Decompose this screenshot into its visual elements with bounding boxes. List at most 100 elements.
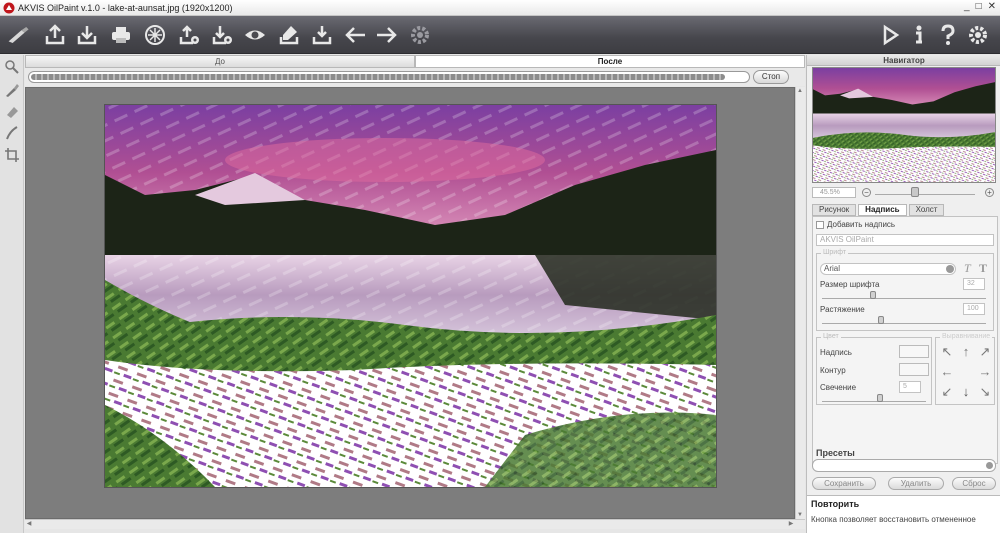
- zoom-row: 45.5% − +: [812, 186, 998, 198]
- glow-field[interactable]: 5: [899, 381, 921, 393]
- align-top-icon[interactable]: ↑: [957, 344, 975, 360]
- stop-button[interactable]: Стоп: [753, 70, 789, 84]
- maximize-button[interactable]: □: [976, 1, 982, 12]
- font-size-field[interactable]: 32: [963, 278, 985, 290]
- outline-label: Контур: [820, 366, 846, 375]
- navigator-preview[interactable]: [812, 67, 996, 183]
- progress-row: Стоп: [25, 68, 805, 86]
- hint-title: Повторить: [811, 499, 860, 509]
- tab-after[interactable]: После: [415, 55, 805, 68]
- font-group-title: Шрифт: [821, 249, 849, 256]
- align-bottom-icon[interactable]: ↓: [957, 384, 975, 400]
- italic-icon[interactable]: T: [964, 261, 971, 276]
- print-icon[interactable]: [107, 20, 135, 50]
- text-color-swatch[interactable]: [899, 345, 929, 358]
- align-right-icon[interactable]: →: [976, 364, 994, 380]
- tab-before[interactable]: До: [25, 55, 415, 68]
- scroll-down-icon[interactable]: ▼: [796, 511, 804, 519]
- hint-text: Кнопка позволяет восстановить отмененное: [811, 515, 976, 524]
- font-size-label: Размер шрифта: [820, 280, 880, 289]
- alignment-group: Выравнивание ↖ ↑ ↗ ← → ↙ ↓ ↘: [935, 333, 995, 405]
- view-tabs: До После: [25, 55, 805, 68]
- text-input[interactable]: AKVIS OilPaint: [816, 234, 994, 246]
- align-left-icon[interactable]: ←: [938, 364, 956, 380]
- tab-canvas[interactable]: Холст: [908, 204, 945, 216]
- upload-settings-icon[interactable]: [175, 20, 203, 50]
- delete-preset-button[interactable]: Удалить: [888, 477, 944, 490]
- font-group: Шрифт Arial T T Размер шрифта 32 Растяже…: [816, 249, 994, 331]
- zoom-tool-icon[interactable]: [4, 59, 20, 75]
- crop-tool-icon[interactable]: [4, 147, 20, 163]
- add-text-checkbox[interactable]: [816, 221, 824, 229]
- stretch-field[interactable]: 100: [963, 303, 985, 315]
- eraser-tool-icon[interactable]: [4, 104, 20, 120]
- hint-panel: Повторить Кнопка позволяет восстановить …: [807, 495, 1000, 533]
- vertical-scrollbar[interactable]: ▲ ▼: [795, 87, 805, 519]
- presets-dropdown[interactable]: [812, 459, 996, 472]
- glow-slider[interactable]: [822, 394, 926, 402]
- load-preset-icon[interactable]: [308, 20, 336, 50]
- tab-painting[interactable]: Рисунок: [812, 204, 857, 216]
- color-group-title: Цвет: [821, 333, 841, 340]
- font-size-slider[interactable]: [822, 291, 986, 299]
- gear-settings-icon[interactable]: [406, 20, 434, 50]
- presets-dropdown-icon[interactable]: [986, 462, 993, 469]
- painted-image[interactable]: [105, 105, 716, 487]
- main-toolbar: [0, 16, 1000, 54]
- oil-painting-lake-scene: [105, 105, 716, 487]
- help-icon[interactable]: [934, 20, 962, 50]
- zoom-out-icon[interactable]: −: [862, 187, 871, 197]
- progress-fill: [31, 74, 726, 80]
- font-dropdown-icon[interactable]: [946, 265, 954, 273]
- text-color-label: Надпись: [820, 348, 852, 357]
- info-icon[interactable]: [905, 20, 933, 50]
- close-button[interactable]: ✕: [988, 1, 996, 12]
- scroll-right-icon[interactable]: ▶: [787, 520, 795, 528]
- presets-title: Пресеты: [816, 448, 855, 458]
- stretch-slider[interactable]: [822, 316, 986, 324]
- navigator-title: Навигатор: [807, 55, 1000, 66]
- save-icon[interactable]: [73, 20, 101, 50]
- align-bottom-left-icon[interactable]: ↙: [938, 384, 956, 400]
- text-settings: Добавить надпись AKVIS OilPaint Шрифт Ar…: [812, 216, 998, 464]
- tab-text[interactable]: Надпись: [858, 204, 907, 216]
- save-preset-button[interactable]: Сохранить: [812, 477, 876, 490]
- brush-logo-icon: [2, 20, 36, 50]
- zoom-slider[interactable]: [875, 187, 975, 197]
- color-group: Цвет Надпись Контур Свечение 5: [816, 333, 932, 405]
- horizontal-scrollbar[interactable]: ◀ ▶: [25, 519, 805, 529]
- akvis-logo-icon: [3, 2, 15, 13]
- stretch-label: Растяжение: [820, 305, 865, 314]
- outline-color-swatch[interactable]: [899, 363, 929, 376]
- progress-bar: [28, 71, 750, 83]
- title-bar: AKVIS OilPaint v.1.0 - lake-at-aunsat.jp…: [0, 0, 1000, 16]
- share-icon[interactable]: [141, 20, 169, 50]
- add-text-label: Добавить надпись: [827, 220, 896, 229]
- redo-icon[interactable]: [372, 20, 400, 50]
- preferences-icon[interactable]: [964, 20, 992, 50]
- zoom-value[interactable]: 45.5%: [812, 186, 856, 198]
- brush-tool-icon[interactable]: [4, 82, 20, 98]
- align-bottom-right-icon[interactable]: ↘: [976, 384, 994, 400]
- undo-icon[interactable]: [342, 20, 370, 50]
- save-preset-icon[interactable]: [275, 20, 303, 50]
- align-top-left-icon[interactable]: ↖: [938, 344, 956, 360]
- navigator-thumbnail: [813, 68, 995, 182]
- tools-panel: [0, 55, 24, 533]
- download-settings-icon[interactable]: [208, 20, 236, 50]
- scroll-left-icon[interactable]: ◀: [25, 520, 33, 528]
- reset-preset-button[interactable]: Сброс: [952, 477, 996, 490]
- align-top-right-icon[interactable]: ↗: [976, 344, 994, 360]
- bold-icon[interactable]: T: [979, 261, 987, 276]
- scroll-up-icon[interactable]: ▲: [796, 87, 804, 95]
- eye-icon[interactable]: [241, 20, 269, 50]
- smudge-tool-icon[interactable]: [4, 125, 20, 141]
- window-title: AKVIS OilPaint v.1.0 - lake-at-aunsat.jp…: [18, 2, 233, 13]
- run-icon[interactable]: [876, 20, 904, 50]
- font-select[interactable]: Arial: [820, 263, 956, 275]
- alignment-group-title: Выравнивание: [940, 333, 993, 340]
- image-canvas[interactable]: [25, 87, 795, 519]
- open-icon[interactable]: [41, 20, 69, 50]
- minimize-button[interactable]: _: [964, 1, 970, 12]
- zoom-in-icon[interactable]: +: [985, 187, 994, 197]
